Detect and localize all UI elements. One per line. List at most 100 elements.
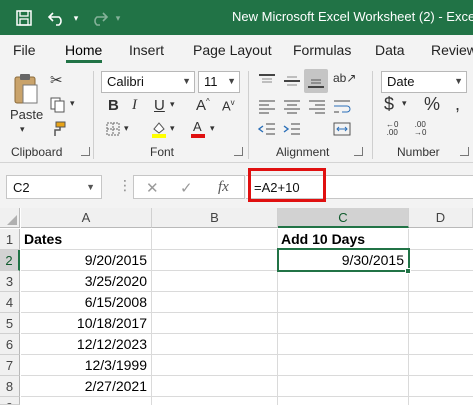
- underline-icon[interactable]: U: [154, 98, 165, 113]
- row-header-7[interactable]: 7: [0, 355, 20, 376]
- ribbon-tabs: File Home Insert Page Layout Formulas Da…: [0, 35, 473, 65]
- group-separator: [372, 71, 373, 159]
- formula-bar-splitter[interactable]: ⋮: [118, 177, 132, 194]
- gridline: [151, 229, 152, 405]
- cell-a4[interactable]: 6/15/2008: [21, 292, 151, 313]
- cell-a5[interactable]: 10/18/2017: [21, 313, 151, 334]
- row-header-6[interactable]: 6: [0, 334, 20, 355]
- orientation-icon[interactable]: ab↗: [333, 72, 356, 84]
- group-separator: [248, 71, 249, 159]
- top-align-icon[interactable]: [258, 73, 276, 92]
- decrease-decimal-icon[interactable]: .00 →0: [414, 121, 426, 137]
- accounting-format-icon[interactable]: $: [384, 95, 394, 113]
- increase-font-icon[interactable]: A^: [196, 98, 210, 114]
- alignment-launcher-icon[interactable]: [354, 147, 363, 156]
- font-size-select[interactable]: 11 ▼: [198, 71, 240, 93]
- copy-icon[interactable]: [50, 97, 66, 116]
- align-left-icon[interactable]: [258, 98, 276, 117]
- paste-dropdown-icon[interactable]: ▾: [20, 125, 25, 134]
- accounting-dropdown-icon[interactable]: ▾: [402, 99, 407, 108]
- row-header-4[interactable]: 4: [0, 292, 20, 313]
- svg-text:A: A: [193, 119, 202, 134]
- row-header-5[interactable]: 5: [0, 313, 20, 334]
- cancel-icon[interactable]: ✕: [146, 179, 159, 197]
- number-group-label: Number: [397, 145, 440, 159]
- chevron-down-icon: ▼: [86, 182, 95, 192]
- column-header-d[interactable]: D: [409, 208, 473, 228]
- group-separator: [93, 71, 94, 159]
- row-header-1[interactable]: 1: [0, 229, 20, 250]
- row-header-3[interactable]: 3: [0, 271, 20, 292]
- font-name-select[interactable]: Calibri ▼: [101, 71, 195, 93]
- underline-dropdown-icon[interactable]: ▾: [170, 100, 175, 109]
- redo-dropdown-icon[interactable]: ▾: [112, 6, 124, 30]
- format-painter-icon[interactable]: [50, 121, 66, 140]
- tab-page-layout[interactable]: Page Layout: [193, 42, 272, 58]
- merge-center-icon[interactable]: [333, 121, 351, 140]
- bold-icon[interactable]: B: [108, 98, 119, 113]
- active-cell-border: [277, 248, 410, 272]
- italic-icon[interactable]: I: [132, 98, 137, 113]
- increase-decimal-icon[interactable]: ←0.00: [386, 121, 398, 137]
- align-center-icon[interactable]: [283, 98, 301, 117]
- cut-icon[interactable]: ✂: [50, 73, 63, 88]
- column-header-c[interactable]: C: [278, 208, 409, 228]
- tab-file[interactable]: File: [13, 42, 36, 58]
- enter-icon[interactable]: ✓: [180, 179, 193, 197]
- tab-formulas[interactable]: Formulas: [293, 42, 351, 58]
- paste-label[interactable]: Paste: [10, 108, 43, 121]
- row-header-9[interactable]: 9: [0, 397, 20, 405]
- cell-a6[interactable]: 12/12/2023: [21, 334, 151, 355]
- cell-a7[interactable]: 12/3/1999: [21, 355, 151, 376]
- tab-insert[interactable]: Insert: [129, 42, 164, 58]
- fill-color-icon[interactable]: [150, 120, 168, 141]
- bottom-align-icon[interactable]: [307, 73, 325, 92]
- borders-icon[interactable]: [106, 122, 120, 139]
- row-header-8[interactable]: 8: [0, 376, 20, 397]
- tab-home[interactable]: Home: [65, 42, 102, 58]
- insert-function-icon[interactable]: fx: [218, 179, 229, 196]
- column-header-a[interactable]: A: [21, 208, 152, 228]
- cell-a3[interactable]: 3/25/2020: [21, 271, 151, 292]
- decrease-font-icon[interactable]: Av: [222, 99, 235, 113]
- align-right-icon[interactable]: [308, 98, 326, 117]
- fill-color-dropdown-icon[interactable]: ▾: [170, 124, 175, 133]
- paste-icon[interactable]: [12, 73, 40, 108]
- currency-symbol: $: [384, 94, 395, 114]
- decrease-indent-icon[interactable]: [257, 122, 276, 139]
- save-icon[interactable]: [12, 6, 36, 30]
- clipboard-group-label: Clipboard: [11, 145, 63, 159]
- tab-data[interactable]: Data: [375, 42, 405, 58]
- formula-highlight-box: [248, 168, 326, 202]
- copy-dropdown-icon[interactable]: ▾: [70, 99, 75, 108]
- font-launcher-icon[interactable]: [234, 147, 243, 156]
- cell-c1[interactable]: Add 10 Days: [278, 229, 408, 250]
- ribbon: Paste ▾ ✂ ▾ Clipboard Calibri ▼ 11 ▼ B I…: [0, 65, 473, 163]
- row-header-2[interactable]: 2: [0, 250, 20, 271]
- number-launcher-icon[interactable]: [460, 147, 469, 156]
- comma-style-icon[interactable]: ,: [455, 95, 460, 113]
- column-header-b[interactable]: B: [152, 208, 278, 228]
- undo-dropdown-icon[interactable]: ▾: [70, 6, 82, 30]
- number-format-select[interactable]: Date ▼: [381, 71, 467, 93]
- borders-dropdown-icon[interactable]: ▾: [124, 124, 129, 133]
- percent-style-icon[interactable]: %: [424, 95, 440, 113]
- cell-a8[interactable]: 2/27/2021: [21, 376, 151, 397]
- tab-review[interactable]: Review: [431, 42, 473, 58]
- select-all-button[interactable]: [0, 208, 20, 228]
- redo-icon[interactable]: [86, 6, 112, 30]
- clipboard-launcher-icon[interactable]: [81, 147, 90, 156]
- cell-a2[interactable]: 9/20/2015: [21, 250, 151, 271]
- increase-indent-icon[interactable]: [283, 122, 301, 139]
- name-box[interactable]: C2 ▼: [6, 175, 102, 199]
- fill-handle[interactable]: [405, 268, 411, 274]
- formula-buttons: ✕ ✓ fx: [133, 175, 245, 199]
- wrap-text-icon[interactable]: [333, 98, 351, 117]
- middle-align-icon[interactable]: [283, 73, 301, 92]
- cell-a1[interactable]: Dates: [21, 229, 151, 250]
- percent-symbol: %: [424, 94, 441, 114]
- font-color-dropdown-icon[interactable]: ▾: [210, 124, 215, 133]
- font-color-icon[interactable]: A: [190, 119, 206, 141]
- font-size-value: 11: [204, 74, 218, 89]
- undo-icon[interactable]: [44, 6, 70, 30]
